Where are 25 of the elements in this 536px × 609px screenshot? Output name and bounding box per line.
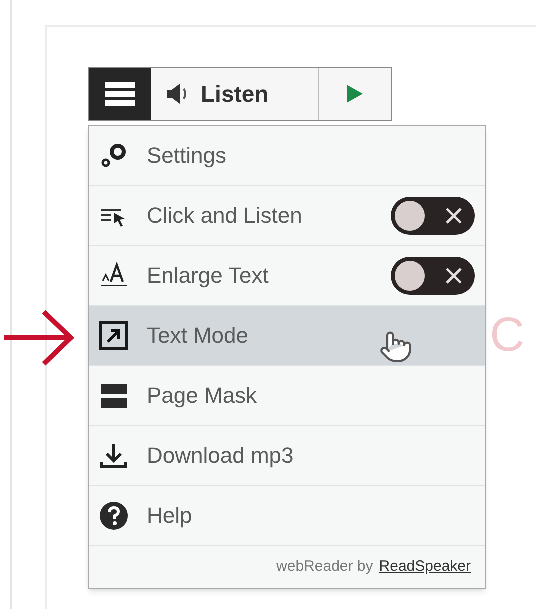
- hand-cursor-icon: [379, 330, 413, 364]
- close-icon: [445, 266, 463, 284]
- menu-item-label: Enlarge Text: [147, 262, 269, 290]
- menu-item-label: Download mp3: [147, 442, 294, 470]
- menu-item[interactable]: Download mp3: [89, 426, 485, 486]
- menu-item-label: Page Mask: [147, 382, 258, 410]
- pointing-arrow-icon: [4, 308, 76, 368]
- toggle-switch[interactable]: [391, 256, 475, 294]
- menu-item[interactable]: Page Mask: [89, 366, 485, 426]
- play-icon: [346, 84, 364, 104]
- close-icon: [445, 206, 463, 224]
- help-icon: [99, 500, 129, 530]
- menu-item-label: Click and Listen: [147, 202, 302, 230]
- toggle-switch[interactable]: [391, 196, 475, 234]
- footer-link[interactable]: ReadSpeaker: [379, 556, 471, 578]
- menu-item[interactable]: Text Mode: [89, 306, 485, 366]
- menu-button[interactable]: [89, 68, 151, 120]
- menu-item-label: Settings: [147, 142, 226, 170]
- menu-item[interactable]: Settings: [89, 126, 485, 186]
- menu-item-label: Help: [147, 502, 192, 530]
- menu-icon: [103, 80, 137, 108]
- menu-item[interactable]: Help: [89, 486, 485, 546]
- footer-text: webReader by: [276, 556, 374, 577]
- menu-item-label: Text Mode: [147, 322, 248, 350]
- menu-item[interactable]: Click and Listen: [89, 186, 485, 246]
